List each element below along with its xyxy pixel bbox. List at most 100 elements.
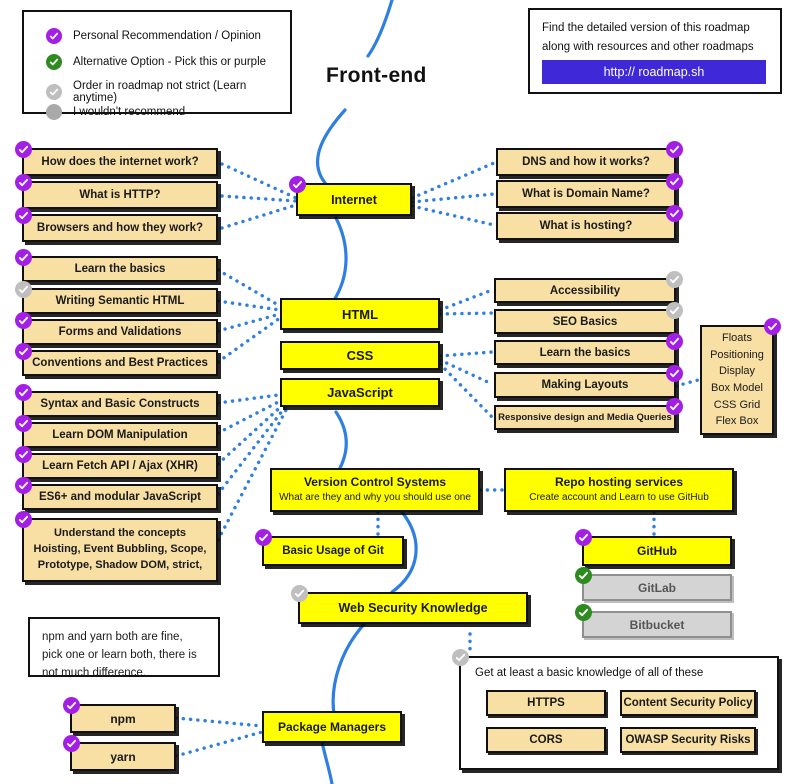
topic-dom-manipulation[interactable]: Learn DOM Manipulation	[15, 415, 218, 448]
topic-label: Content Security Policy	[623, 697, 753, 709]
status-badge-recommended	[15, 415, 32, 432]
topic-label: What is hosting?	[539, 220, 633, 232]
security-topics-panel: Get at least a basic knowledge of all of…	[452, 649, 779, 770]
legend-panel: Personal Recommendation / Opinion Altern…	[22, 10, 292, 120]
check-circle-icon	[46, 84, 62, 100]
css-prop-item: Box Model	[711, 382, 763, 394]
node-label: Basic Usage of Git	[282, 545, 384, 557]
topic-fetch-api[interactable]: Learn Fetch API / Ajax (XHR)	[15, 446, 218, 479]
topic-https[interactable]: HTTPS	[486, 690, 606, 716]
status-badge-recommended	[666, 365, 683, 382]
topic-making-layouts[interactable]: Making Layouts	[494, 365, 683, 398]
node-label: Bitbucket	[629, 617, 685, 632]
status-badge-recommended	[15, 249, 32, 266]
topic-conventions[interactable]: Conventions and Best Practices	[15, 343, 218, 376]
topic-label: Learn Fetch API / Ajax (XHR)	[42, 460, 198, 472]
status-badge-recommended	[15, 477, 32, 494]
node-label: npm	[110, 711, 136, 726]
topic-label: Browsers and how they work?	[36, 222, 204, 234]
status-badge-recommended	[764, 318, 781, 335]
node-web-security-knowledge[interactable]: Web Security Knowledge	[291, 585, 528, 624]
topic-js-concepts[interactable]: Understand the concepts Hoisting, Event …	[15, 511, 218, 582]
topic-owasp-security-risks[interactable]: OWASP Security Risks	[620, 727, 756, 753]
topic-label: HTTPS	[527, 697, 565, 709]
topic-label: OWASP Security Risks	[625, 734, 751, 746]
topic-css-learn-basics[interactable]: Learn the basics	[494, 333, 683, 365]
status-badge-recommended	[63, 735, 80, 752]
node-repo-hosting-services[interactable]: Repo hosting services Create account and…	[504, 468, 734, 512]
node-subtitle: What are they and why you should use one	[279, 492, 471, 504]
topic-html-learn-basics[interactable]: Learn the basics	[15, 249, 218, 282]
topic-hosting[interactable]: What is hosting?	[496, 205, 683, 240]
status-badge-recommended	[666, 173, 683, 190]
node-version-control-systems[interactable]: Version Control Systems What are they an…	[270, 468, 480, 512]
node-label: Internet	[331, 192, 377, 207]
node-label: GitLab	[638, 580, 676, 595]
topic-how-internet-works[interactable]: How does the internet work?	[15, 141, 218, 176]
status-badge-recommended	[666, 141, 683, 158]
topic-browsers[interactable]: Browsers and how they work?	[15, 207, 218, 242]
topic-dns[interactable]: DNS and how it works?	[496, 141, 683, 176]
legend-label: I wouldn't recommend	[73, 106, 186, 118]
topic-cors[interactable]: CORS	[486, 727, 606, 753]
legend-item: Order in roadmap not strict (Learn anyti…	[46, 80, 290, 104]
topic-what-is-http[interactable]: What is HTTP?	[15, 174, 218, 209]
css-prop-item: Display	[718, 365, 756, 378]
node-npm[interactable]: npm	[63, 697, 176, 733]
topic-domain-name[interactable]: What is Domain Name?	[496, 173, 683, 208]
status-badge-recommended	[575, 529, 592, 546]
node-package-managers[interactable]: Package Managers	[262, 711, 402, 743]
status-badge-recommended	[289, 176, 306, 193]
topic-line: Understand the concepts	[53, 527, 187, 540]
node-label: CSS	[346, 348, 374, 363]
topic-content-security-policy[interactable]: Content Security Policy	[620, 690, 756, 716]
node-internet[interactable]: Internet	[289, 176, 412, 216]
topic-label: Responsive design and Media Queries	[498, 412, 672, 423]
check-circle-icon	[46, 54, 62, 70]
css-prop-item: Flex Box	[715, 415, 759, 428]
promo-panel: Find the detailed version of this roadma…	[528, 8, 782, 94]
node-yarn[interactable]: yarn	[63, 735, 176, 771]
topic-forms-validations[interactable]: Forms and Validations	[15, 312, 218, 345]
status-badge-recommended	[15, 384, 32, 401]
status-badge-recommended	[15, 207, 32, 224]
roadmap-canvas: Front-end Personal Recommendation / Opin…	[0, 0, 800, 784]
topic-seo-basics[interactable]: SEO Basics	[494, 302, 683, 334]
topic-label: What is HTTP?	[79, 189, 161, 201]
promo-line-2: along with resources and other roadmaps	[542, 41, 754, 53]
node-label: Repo hosting services	[554, 475, 684, 490]
node-css[interactable]: CSS	[280, 341, 440, 370]
node-basic-usage-of-git[interactable]: Basic Usage of Git	[255, 529, 404, 566]
status-badge-alternative	[575, 567, 592, 584]
topic-label: ES6+ and modular JavaScript	[38, 491, 202, 503]
legend-label: Personal Recommendation / Opinion	[73, 30, 261, 42]
node-github[interactable]: GitHub	[575, 529, 732, 566]
topic-semantic-html[interactable]: Writing Semantic HTML	[15, 281, 218, 314]
status-badge-recommended	[666, 205, 683, 222]
topic-js-syntax[interactable]: Syntax and Basic Constructs	[15, 384, 218, 417]
topic-line: Hoisting, Event Bubbling, Scope,	[33, 543, 207, 556]
status-badge-recommended	[255, 529, 272, 546]
status-badge-alternative	[575, 604, 592, 621]
node-javascript[interactable]: JavaScript	[280, 378, 440, 407]
status-badge-optional	[666, 302, 683, 319]
topic-responsive-design[interactable]: Responsive design and Media Queries	[494, 398, 683, 430]
topic-label: CORS	[529, 734, 563, 746]
node-bitbucket[interactable]: Bitbucket	[575, 604, 732, 638]
node-gitlab[interactable]: GitLab	[575, 567, 732, 601]
node-html[interactable]: HTML	[280, 298, 440, 330]
css-prop-item: Floats	[722, 331, 752, 344]
node-label: GitHub	[637, 544, 677, 558]
roadmap-url-button[interactable]: http:// roadmap.sh	[542, 60, 766, 84]
topic-label: Forms and Validations	[58, 326, 182, 338]
filled-circle-icon	[46, 104, 62, 120]
status-badge-optional	[666, 271, 683, 288]
css-properties-panel[interactable]: Floats Positioning Display Box Model CSS…	[700, 318, 781, 435]
topic-accessibility[interactable]: Accessibility	[494, 271, 683, 303]
check-circle-icon	[46, 28, 62, 44]
status-badge-optional	[291, 585, 308, 602]
status-badge-recommended	[15, 312, 32, 329]
topic-es6-modular-js[interactable]: ES6+ and modular JavaScript	[15, 477, 218, 510]
npm-yarn-note: npm and yarn both are fine, pick one or …	[28, 617, 220, 679]
topic-label: Syntax and Basic Constructs	[40, 398, 200, 410]
